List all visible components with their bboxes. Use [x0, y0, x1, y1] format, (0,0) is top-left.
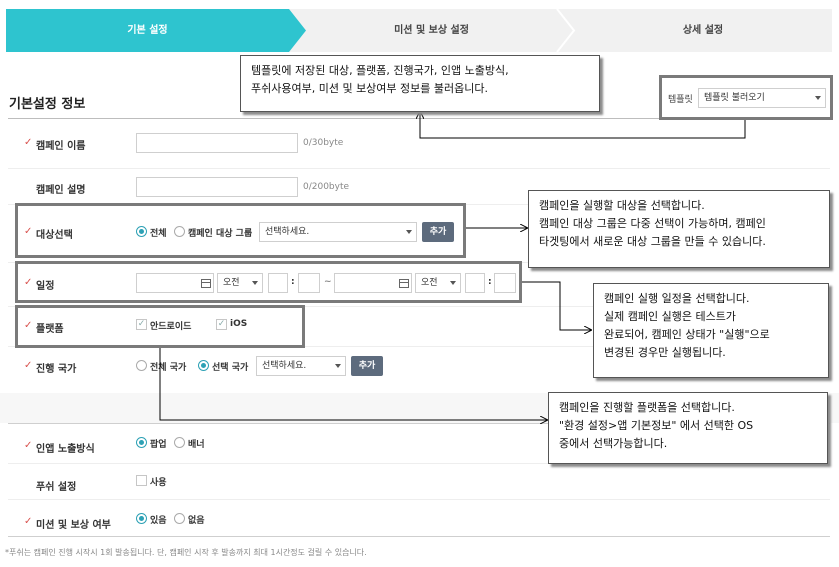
template-callout: 템플릿에 저장된 대상, 플랫폼, 진행국가, 인앱 노출방식, 푸쉬사용여부,… [240, 55, 600, 112]
platform-callout: 캠페인을 진행할 플랫폼을 선택합니다. "환경 설정>앱 기본정보" 에서 선… [548, 392, 828, 464]
schedule-callout: 캠페인 실행 일정을 선택합니다. 실제 캠페인 실행은 테스트가 완료되어, … [593, 283, 829, 378]
target-callout: 캠페인을 실행할 대상을 선택합니다. 캠페인 대상 그룹은 다중 선택이 가능… [528, 190, 830, 268]
